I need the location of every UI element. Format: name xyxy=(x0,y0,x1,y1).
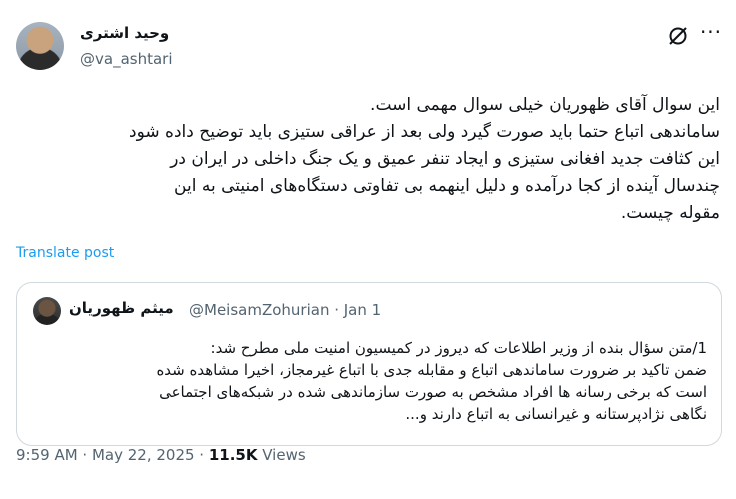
views-count: 11.5K xyxy=(208,446,258,464)
quote-handle-date: @MeisamZohurian · Jan 1 xyxy=(189,301,382,319)
tweet-footer: 9:59 AM · May 22, 2025 · 11.5K Views xyxy=(16,446,306,464)
quote-avatar[interactable] xyxy=(33,297,61,325)
quote-line: ضمن تاکید بر ضرورت ساماندهی اتباع و مقاب… xyxy=(156,361,707,379)
author-avatar[interactable] xyxy=(16,22,64,70)
tweet-line: مقوله چیست. xyxy=(620,203,720,223)
more-icon[interactable]: ··· xyxy=(698,22,724,46)
tweet-line: این سوال آقای ظهوریان خیلی سوال مهمی است… xyxy=(370,95,720,115)
quote-display-name[interactable]: میثم ظهوریان xyxy=(69,299,174,317)
translate-post-link[interactable]: Translate post xyxy=(16,245,114,261)
author-handle[interactable]: @va_ashtari xyxy=(80,50,173,68)
tweet-text: این سوال آقای ظهوریان خیلی سوال مهمی است… xyxy=(16,92,720,227)
timestamp[interactable]: 9:59 AM · May 22, 2025 · xyxy=(16,446,209,464)
author-display-name[interactable]: وحید اشتری xyxy=(80,24,169,42)
quote-line: است که برخی رسانه ها افراد مشخص به صورت … xyxy=(159,383,707,401)
quote-line: نگاهی نژادپرستانه و غیرانسانی به اتباع د… xyxy=(405,405,707,423)
tweet-line: این کثافت جدید افغانی ستیزی و ایجاد تنفر… xyxy=(170,149,720,169)
quoted-tweet-card[interactable]: میثم ظهوریان @MeisamZohurian · Jan 1 1/م… xyxy=(16,282,722,446)
views-label: Views xyxy=(257,446,306,464)
tweet-line: ساماندهی اتباع حتما باید صورت گیرد ولی ب… xyxy=(129,122,720,142)
quote-line: 1/متن سؤال بنده از وزیر اطلاعات که دیروز… xyxy=(210,339,707,357)
tweet-line: چندسال آینده از کجا درآمده و دلیل اینهمه… xyxy=(174,176,720,196)
grok-icon[interactable] xyxy=(666,24,690,48)
quote-text: 1/متن سؤال بنده از وزیر اطلاعات که دیروز… xyxy=(27,337,707,425)
